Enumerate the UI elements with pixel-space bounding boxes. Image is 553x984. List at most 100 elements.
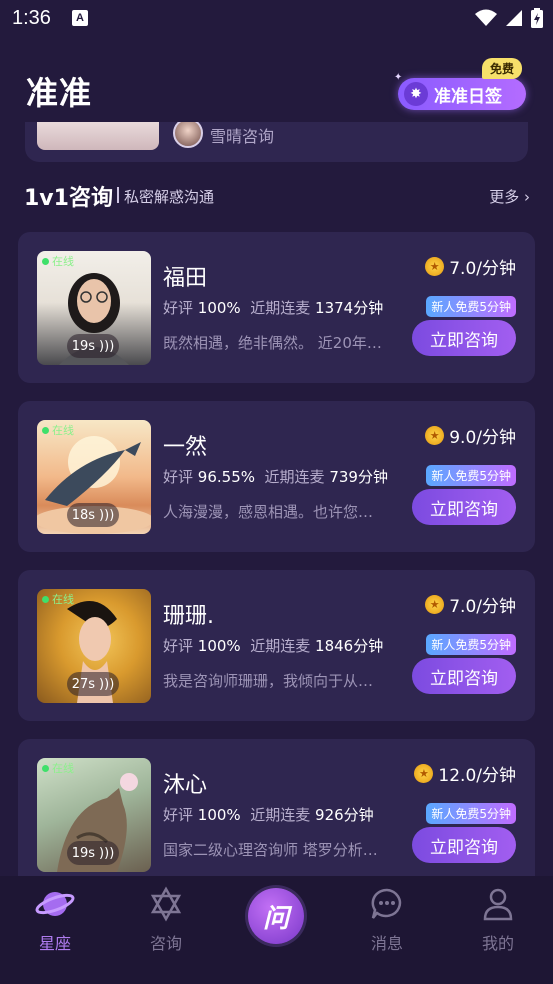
voice-intro-button[interactable]: 19s))) — [67, 841, 119, 865]
rating-label: 好评 — [163, 468, 194, 486]
consultant-card[interactable]: 在线 19s))) 福田 好评 100% 近期连麦 1374分钟 既然相遇，绝非… — [18, 232, 535, 383]
consultant-stats: 好评 100% 近期连麦 926分钟 — [163, 804, 374, 825]
consultant-card[interactable]: 在线 19s))) 沐心 好评 100% 近期连麦 926分钟 国家二级心理咨询… — [18, 739, 535, 890]
voice-duration: 19s — [71, 845, 96, 861]
consultant-bio: 人海漫漫，感恩相遇。也许您… — [163, 503, 374, 521]
section-title: 1v1咨询 — [24, 186, 113, 211]
consult-now-button[interactable]: 立即咨询 — [412, 489, 516, 525]
status-time: 1:36 — [12, 7, 51, 29]
consultant-photo: 在线 19s))) — [37, 758, 151, 872]
rating-label: 好评 — [163, 637, 194, 655]
daily-sign-button[interactable]: ✸ 准准日签 — [398, 78, 526, 110]
mic-value: 926分钟 — [315, 806, 374, 824]
consultant-name: 珊珊. — [163, 604, 214, 629]
mic-label: 近期连麦 — [264, 468, 325, 486]
consultant-bio: 我是咨询师珊珊，我倾向于从… — [163, 672, 374, 690]
voice-duration: 27s — [71, 676, 96, 692]
rating-value: 100% — [197, 806, 241, 824]
consultant-card[interactable]: 在线 27s))) 珊珊. 好评 100% 近期连麦 1846分钟 我是咨询师珊… — [18, 570, 535, 721]
new-user-free-badge: 新人免费5分钟 — [426, 465, 516, 486]
notification-icon: A — [72, 10, 88, 26]
consultant-photo: 在线 19s))) — [37, 251, 151, 365]
consultant-name: 沐心 — [163, 773, 208, 798]
consult-now-button[interactable]: 立即咨询 — [412, 658, 516, 694]
new-user-free-badge: 新人免费5分钟 — [426, 296, 516, 317]
status-bar: 1:36 A — [0, 0, 553, 38]
consultant-name: 福田 — [163, 266, 208, 291]
coin-icon: ★ — [425, 426, 445, 445]
tab-label: 消息 — [370, 934, 403, 953]
mic-value: 739分钟 — [329, 468, 388, 486]
consultant-photo: 在线 27s))) — [37, 589, 151, 703]
price-value: 12.0/分钟 — [438, 766, 516, 786]
tab-messages[interactable]: 消息 — [347, 886, 427, 954]
tab-constellation[interactable]: 星座 — [15, 886, 95, 954]
online-label: 在线 — [52, 762, 74, 775]
person-icon — [483, 888, 513, 921]
voice-intro-button[interactable]: 19s))) — [67, 334, 119, 358]
banner-image — [37, 122, 159, 150]
consult-now-button[interactable]: 立即咨询 — [412, 320, 516, 356]
consultant-card[interactable]: 在线 18s))) 一然 好评 96.55% 近期连麦 739分钟 人海漫漫，感… — [18, 401, 535, 552]
mic-value: 1846分钟 — [315, 637, 384, 655]
mic-label: 近期连麦 — [250, 637, 311, 655]
price: ★ 7.0/分钟 — [425, 592, 516, 617]
consult-now-button[interactable]: 立即咨询 — [412, 827, 516, 863]
ask-button[interactable]: 问 — [248, 888, 304, 944]
online-badge: 在线 — [42, 253, 74, 269]
more-link[interactable]: 更多 › — [489, 186, 530, 207]
signal-icon — [506, 10, 522, 26]
star-icon: ✸ — [404, 82, 428, 106]
sound-wave-icon: ))) — [99, 845, 115, 861]
hexagram-icon — [150, 886, 182, 922]
consultant-name: 一然 — [163, 435, 208, 460]
voice-intro-button[interactable]: 27s))) — [67, 672, 119, 696]
coin-icon: ★ — [425, 257, 445, 276]
consultant-bio: 国家二级心理咨询师 塔罗分析… — [163, 841, 378, 859]
online-dot — [42, 764, 49, 772]
price-value: 7.0/分钟 — [449, 597, 516, 617]
divider — [117, 187, 119, 203]
section-header: 1v1咨询 私密解惑沟通 更多 › — [24, 180, 530, 211]
sound-wave-icon: ))) — [99, 338, 115, 354]
price: ★ 9.0/分钟 — [425, 423, 516, 448]
section-subtitle: 私密解惑沟通 — [124, 188, 215, 206]
consultant-stats: 好评 100% 近期连麦 1374分钟 — [163, 297, 383, 318]
sparkle-icon: ✦ — [394, 72, 403, 83]
tab-label: 咨询 — [149, 934, 182, 953]
banner-consultant-name: 雪晴咨询 — [210, 127, 275, 146]
tab-label: 我的 — [481, 934, 514, 953]
new-user-free-badge: 新人免费5分钟 — [426, 803, 516, 824]
daily-sign-label: 准准日签 — [434, 86, 502, 107]
voice-duration: 18s — [71, 507, 96, 523]
rating-value: 96.55% — [197, 468, 255, 486]
status-icons — [475, 8, 543, 28]
tab-profile[interactable]: 我的 — [458, 886, 538, 954]
online-dot — [42, 426, 49, 434]
price: ★ 7.0/分钟 — [425, 254, 516, 279]
tab-consult[interactable]: 咨询 — [126, 886, 206, 954]
mic-value: 1374分钟 — [315, 299, 384, 317]
online-label: 在线 — [52, 424, 74, 437]
online-badge: 在线 — [42, 422, 74, 438]
online-dot — [42, 257, 49, 265]
rating-label: 好评 — [163, 806, 194, 824]
featured-banner[interactable]: 雪晴咨询 — [25, 122, 528, 162]
voice-intro-button[interactable]: 18s))) — [67, 503, 119, 527]
chevron-right-icon: › — [519, 188, 530, 206]
bottom-tab-bar: 星座 咨询 问 消息 我的 — [0, 876, 553, 984]
rating-label: 好评 — [163, 299, 194, 317]
price: ★ 12.0/分钟 — [414, 761, 516, 786]
sound-wave-icon: ))) — [99, 507, 115, 523]
online-badge: 在线 — [42, 760, 74, 776]
consultant-stats: 好评 100% 近期连麦 1846分钟 — [163, 635, 383, 656]
chat-bubble-icon — [371, 888, 402, 919]
rating-value: 100% — [197, 637, 241, 655]
online-label: 在线 — [52, 593, 74, 606]
coin-icon: ★ — [414, 764, 434, 783]
wifi-icon — [475, 9, 497, 26]
price-value: 9.0/分钟 — [449, 428, 516, 448]
battery-icon — [531, 8, 543, 28]
consultant-bio: 既然相遇，绝非偶然。 近20年… — [163, 334, 382, 352]
online-dot — [42, 595, 49, 603]
